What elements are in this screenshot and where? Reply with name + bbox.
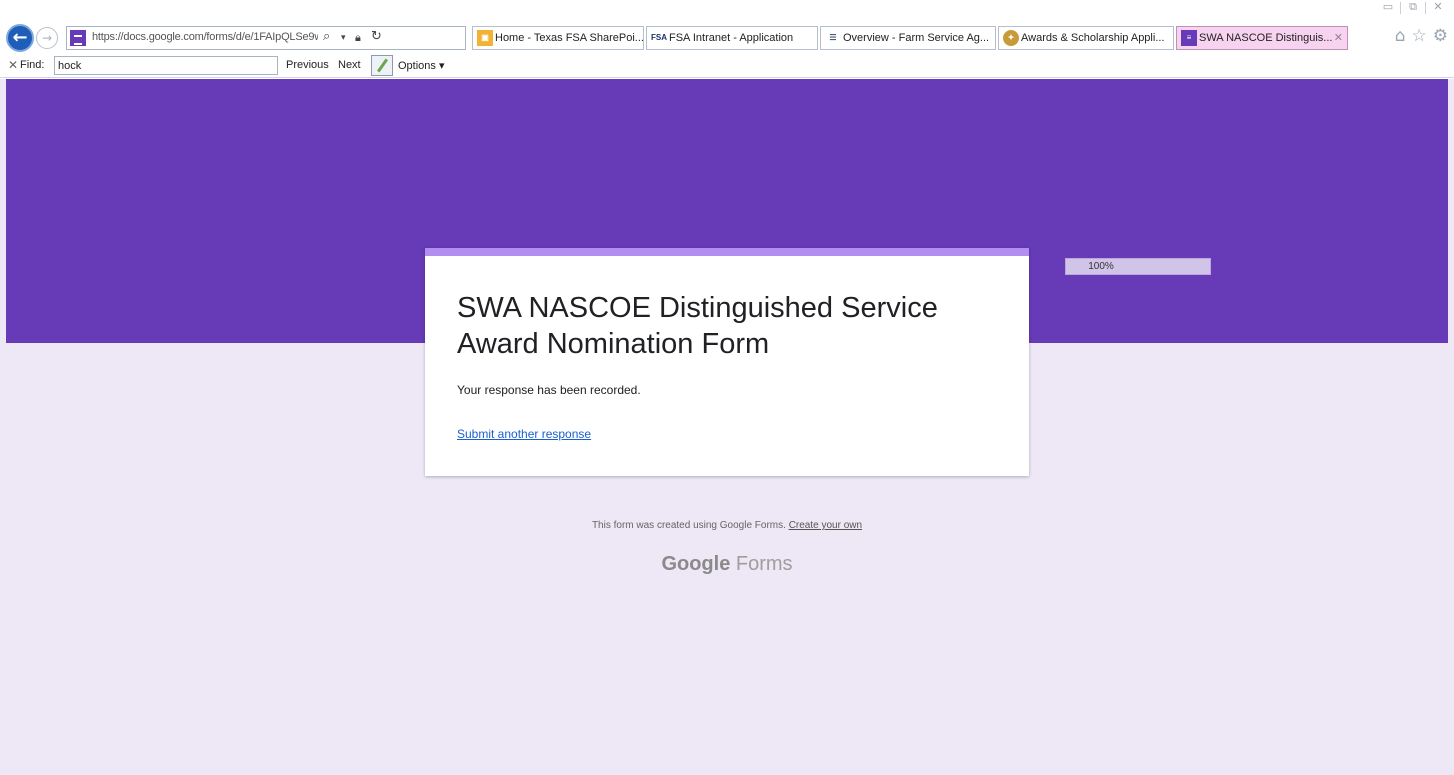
home-icon[interactable]: ⌂ [1395, 26, 1406, 46]
tab-label: SWA NASCOE Distinguis... [1199, 32, 1333, 44]
tab-label: FSA Intranet - Application [669, 32, 794, 44]
find-input[interactable] [54, 56, 278, 75]
usda-logo-icon: ☰ [829, 33, 837, 42]
minimize-button[interactable]: ▭ [1378, 0, 1398, 14]
highlight-all-button[interactable] [371, 55, 393, 76]
forms-wordmark: Forms [735, 553, 793, 575]
refresh-icon[interactable]: ↻ [371, 29, 382, 44]
confirmation-message: Your response has been recorded. [457, 383, 641, 397]
google-wordmark: Google [661, 553, 731, 575]
close-find-icon[interactable]: ✕ [8, 58, 18, 72]
close-window-button[interactable]: ✕ [1428, 0, 1448, 14]
tab-label: Overview - Farm Service Ag... [843, 32, 990, 44]
tab-farm-service-overview[interactable]: ☰ Overview - Farm Service Ag... [820, 26, 996, 50]
footer-note-text: This form was created using Google Forms… [591, 520, 786, 531]
google-forms-favicon-icon [70, 30, 86, 46]
tab-label: Home - Texas FSA SharePoi... [495, 32, 644, 44]
progress-label: 100% [1088, 261, 1114, 272]
google-forms-favicon-icon: ≡ [1181, 30, 1197, 46]
form-page: 100% SWA NASCOE Distinguished Service Aw… [6, 79, 1448, 775]
window-control-divider [1400, 2, 1401, 14]
footer-note: This form was created using Google Forms… [6, 520, 1448, 531]
tab-home-texas-fsa[interactable]: ▣ Home - Texas FSA SharePoi... [472, 26, 644, 50]
address-bar[interactable]: https://docs.google.com/forms/d/e/1FAIpQ… [66, 26, 466, 50]
create-your-own-link[interactable]: Create your own [789, 520, 862, 531]
address-url[interactable]: https://docs.google.com/forms/d/e/1FAIpQ… [92, 31, 318, 43]
star-icon[interactable]: ☆ [1412, 26, 1427, 46]
arrow-left-icon: ← [12, 27, 28, 48]
forward-button[interactable]: → [36, 27, 58, 49]
find-options-button[interactable]: Options ▾ [398, 59, 445, 72]
find-next-button[interactable]: Next [338, 59, 361, 71]
find-previous-button[interactable]: Previous [286, 59, 329, 71]
google-forms-logo[interactable]: Google Forms [6, 553, 1448, 576]
window-control-divider [1425, 2, 1426, 14]
tab-swa-nascoe[interactable]: ≡ SWA NASCOE Distinguis... ✕ [1176, 26, 1348, 50]
tab-fsa-intranet[interactable]: FSA FSA Intranet - Application [646, 26, 818, 50]
browser-chrome: ▭ ⧉ ✕ ← → https://docs.google.com/forms/… [0, 0, 1454, 79]
submit-another-response-link[interactable]: Submit another response [457, 427, 591, 441]
progress-bar: 100% [1065, 258, 1211, 275]
find-bar: ✕ Find: Previous Next Options ▾ [0, 54, 1454, 78]
chevron-down-icon[interactable]: ▾ [341, 33, 346, 43]
navigation-row: ← → https://docs.google.com/forms/d/e/1F… [0, 22, 1454, 54]
lock-icon[interactable]: 🔒︎ [355, 31, 361, 45]
gear-icon[interactable]: ⚙ [1433, 26, 1448, 46]
search-icon[interactable]: ⌕ [323, 29, 330, 44]
tab-label: Awards & Scholarship Appli... [1021, 32, 1165, 44]
seal-icon: ✦ [1003, 30, 1019, 46]
restore-button[interactable]: ⧉ [1403, 0, 1423, 14]
window-controls: ▭ ⧉ ✕ [1378, 0, 1448, 18]
browser-toolbar-icons: ⌂ ☆ ⚙ [1395, 26, 1448, 46]
arrow-right-icon: → [41, 31, 53, 45]
find-label: Find: [20, 59, 45, 71]
sharepoint-icon: ▣ [477, 30, 493, 46]
back-button[interactable]: ← [6, 24, 34, 52]
close-tab-icon[interactable]: ✕ [1334, 27, 1343, 49]
tab-awards-scholarship[interactable]: ✦ Awards & Scholarship Appli... [998, 26, 1174, 50]
fsa-logo-icon: FSA [651, 33, 667, 42]
confirmation-card: SWA NASCOE Distinguished Service Award N… [425, 248, 1029, 476]
form-title: SWA NASCOE Distinguished Service Award N… [457, 292, 938, 360]
